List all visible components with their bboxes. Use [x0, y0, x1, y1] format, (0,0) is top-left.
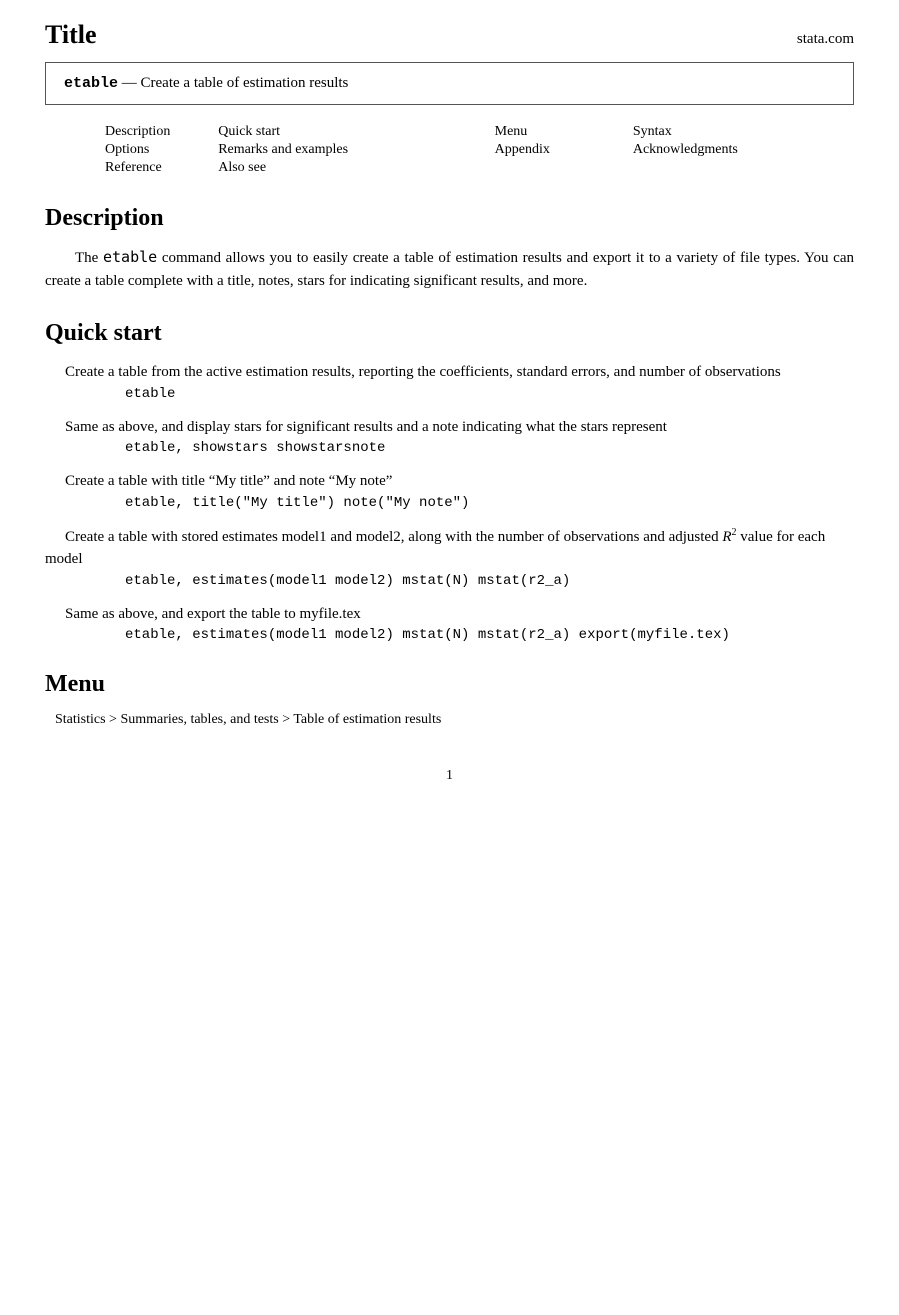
quickstart-item-2-code: etable, showstars showstarsnote: [45, 440, 854, 456]
page-header: Title stata.com: [45, 20, 854, 50]
quickstart-heading: Quick start: [45, 320, 854, 347]
quickstart-item-3-code: etable, title("My title") note("My note"…: [45, 495, 854, 511]
quickstart-item-3: Create a table with title “My title” and…: [45, 470, 854, 511]
nav-menu[interactable]: Menu: [495, 124, 528, 139]
nav-alsosee[interactable]: Also see: [218, 160, 266, 175]
nav-appendix[interactable]: Appendix: [495, 142, 550, 157]
quickstart-item-2: Same as above, and display stars for sig…: [45, 416, 854, 457]
page-number: 1: [446, 768, 453, 783]
menu-path: Statistics > Summaries, tables, and test…: [45, 712, 854, 728]
quickstart-item-1-code: etable: [45, 386, 854, 402]
nav-table: Description Quick start Menu Syntax Opti…: [45, 123, 854, 177]
description-body: The etable command allows you to easily …: [45, 246, 854, 292]
title-separator: —: [122, 75, 141, 91]
quickstart-item-4-text: Create a table with stored estimates mod…: [45, 529, 825, 568]
nav-description[interactable]: Description: [105, 124, 170, 139]
page-title: Title: [45, 20, 97, 50]
description-section: Description The etable command allows yo…: [45, 205, 854, 292]
title-box: etable — Create a table of estimation re…: [45, 62, 854, 105]
menu-heading: Menu: [45, 671, 854, 698]
quickstart-item-1: Create a table from the active estimatio…: [45, 361, 854, 402]
page-footer: 1: [45, 768, 854, 784]
nav-acknowledgments[interactable]: Acknowledgments: [633, 142, 738, 157]
nav-reference[interactable]: Reference: [105, 160, 162, 175]
quickstart-item-1-text: Create a table from the active estimatio…: [45, 364, 781, 380]
quickstart-item-4-code: etable, estimates(model1 model2) mstat(N…: [45, 573, 854, 589]
nav-options[interactable]: Options: [105, 142, 149, 157]
menu-section: Menu Statistics > Summaries, tables, and…: [45, 671, 854, 728]
quickstart-item-5-code: etable, estimates(model1 model2) mstat(N…: [45, 627, 854, 643]
command-name: etable: [64, 75, 118, 92]
quickstart-section: Quick start Create a table from the acti…: [45, 320, 854, 643]
quickstart-item-4: Create a table with stored estimates mod…: [45, 525, 854, 589]
quickstart-item-5-text: Same as above, and export the table to m…: [45, 606, 361, 622]
title-description: Create a table of estimation results: [141, 75, 349, 91]
quickstart-item-5: Same as above, and export the table to m…: [45, 603, 854, 644]
nav-remarks[interactable]: Remarks and examples: [218, 142, 348, 157]
nav-syntax[interactable]: Syntax: [633, 124, 672, 139]
stata-logo: stata.com: [797, 31, 854, 48]
quickstart-item-3-text: Create a table with title “My title” and…: [45, 473, 392, 489]
quickstart-item-2-text: Same as above, and display stars for sig…: [45, 419, 667, 435]
nav-quickstart[interactable]: Quick start: [218, 124, 280, 139]
description-heading: Description: [45, 205, 854, 232]
